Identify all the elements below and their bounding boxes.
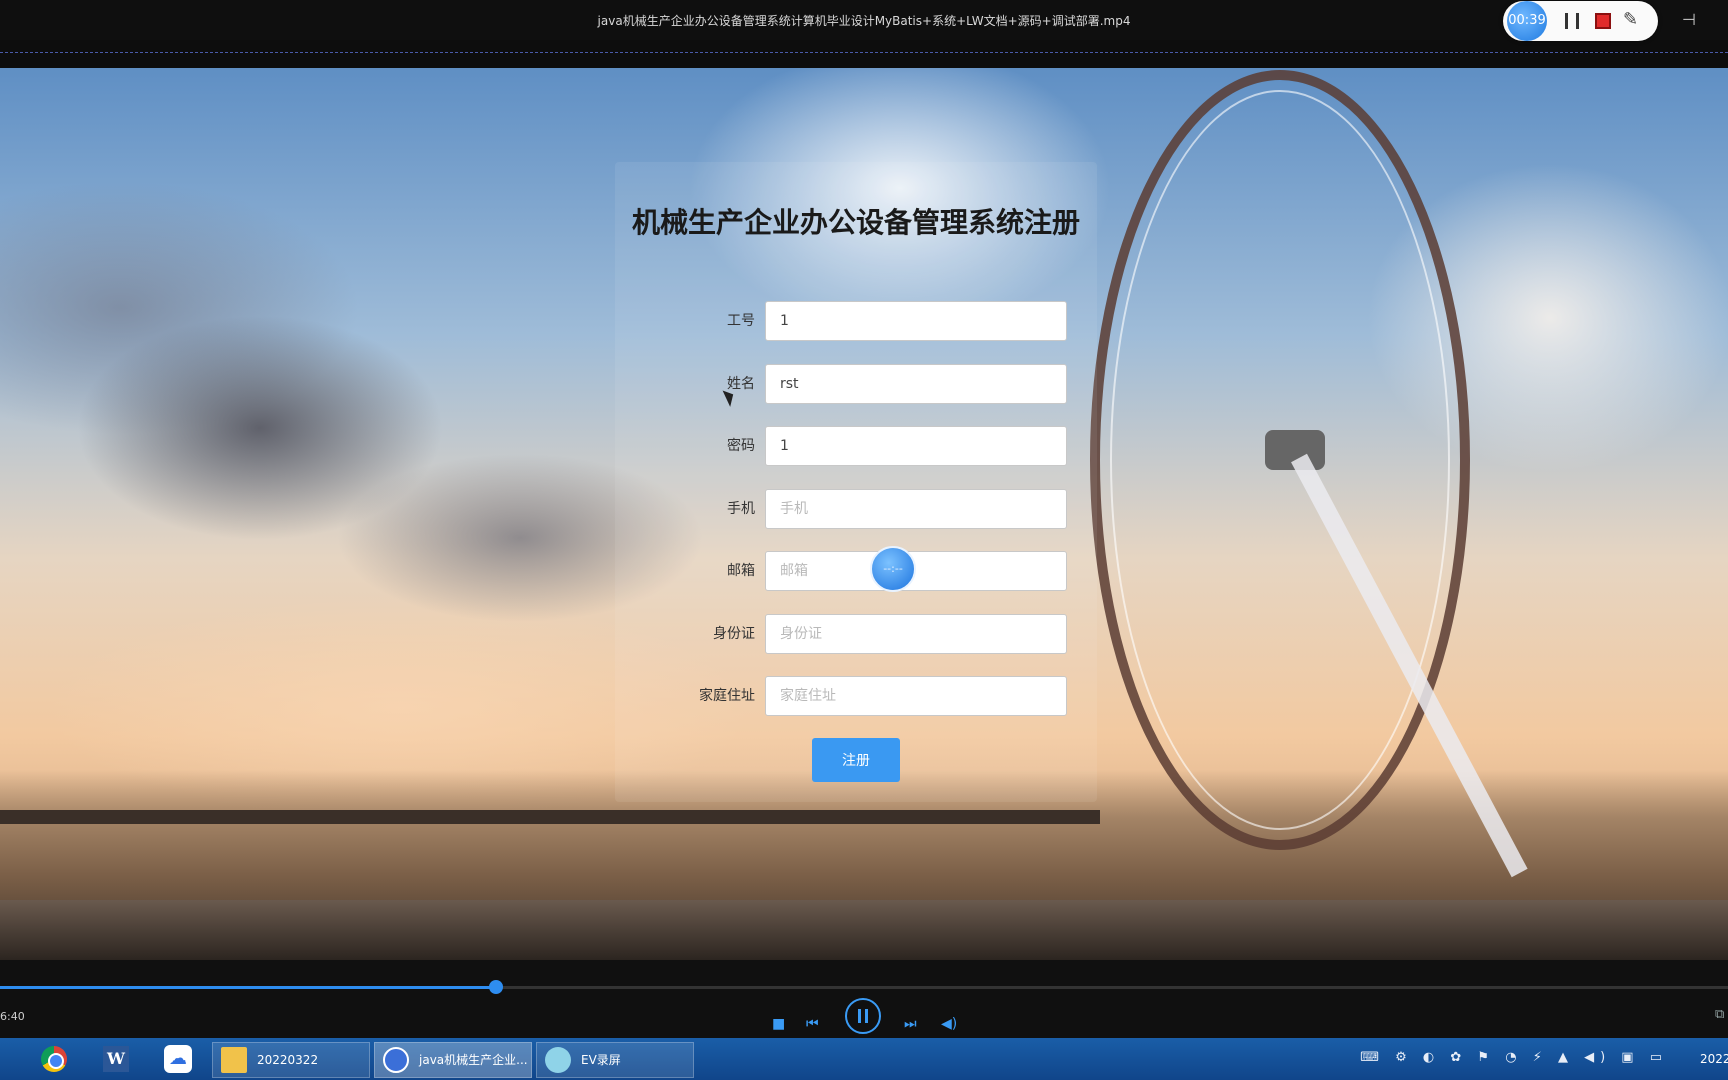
taskbar-window-ev-recorder[interactable]: EV录屏 [536,1042,694,1078]
id-card-input[interactable] [765,614,1067,654]
pause-button[interactable] [845,998,881,1034]
password-input[interactable] [765,426,1067,466]
password-label: 密码 [727,438,755,454]
volume-icon[interactable]: ◀) [941,1016,957,1032]
chrome-icon[interactable] [36,1042,72,1076]
taskbar-window-label: java机械生产企业... [419,1053,528,1067]
buffering-indicator: --:-- [870,546,916,592]
word-icon[interactable]: W [98,1042,134,1076]
folder-icon [221,1047,247,1073]
pause-icon[interactable] [1565,13,1579,29]
previous-icon[interactable]: ⏮ [806,1016,819,1032]
employee-id-label: 工号 [727,313,755,329]
id-card-row: 身份证 [675,614,1095,654]
progress-handle[interactable] [488,980,503,994]
name-input[interactable] [765,364,1067,404]
register-button[interactable]: 注册 [812,738,900,782]
clock: 2022 [1700,1052,1728,1066]
home-address-label: 家庭住址 [699,688,755,704]
phone-row: 手机 [675,489,1095,529]
river [0,900,1728,960]
home-address-row: 家庭住址 [675,676,1095,716]
taskbar-window-video[interactable]: java机械生产企业... [374,1042,532,1078]
page-title: 机械生产企业办公设备管理系统注册 [631,206,1080,239]
taskbar: W ☁ 20220322 java机械生产企业... EV录屏 ⌨ ⚙ ◐ ✿ … [0,1038,1728,1080]
name-row: 姓名 [675,364,1095,404]
employee-id-row: 工号 [675,301,1095,341]
frame-top-border [0,52,1728,53]
home-address-input[interactable] [765,676,1067,716]
stop-icon[interactable] [1595,13,1611,29]
taskbar-window-label: EV录屏 [581,1053,621,1067]
pause-icon [858,1009,868,1023]
recorder-toolbar: 00:39 ✎ [1503,1,1658,41]
pen-icon[interactable]: ✎ [1623,9,1638,30]
email-label: 邮箱 [727,563,755,579]
taskbar-window-label: 20220322 [257,1053,319,1067]
progress-fill [0,986,496,989]
pin-icon[interactable]: ⊣ [1682,10,1696,29]
elapsed-time: 6:40 [0,1010,25,1023]
password-row: 密码 [675,426,1095,466]
title-bar: java机械生产企业办公设备管理系统计算机毕业设计MyBatis+系统+LW文档… [0,0,1728,40]
stop-icon[interactable]: ■ [772,1016,785,1032]
baidu-netdisk-icon[interactable]: ☁ [160,1042,196,1076]
taskbar-window-folder[interactable]: 20220322 [212,1042,370,1078]
bridge [0,810,1100,824]
employee-id-input[interactable] [765,301,1067,341]
next-icon[interactable]: ⏭ [904,1016,917,1032]
video-player-icon [383,1047,409,1073]
id-card-label: 身份证 [713,626,755,642]
phone-input[interactable] [765,489,1067,529]
ev-recorder-icon [545,1047,571,1073]
window-title: java机械生产企业办公设备管理系统计算机毕业设计MyBatis+系统+LW文档… [597,14,1131,28]
email-input[interactable] [765,551,1067,591]
system-tray[interactable]: ⌨ ⚙ ◐ ✿ ⚑ ◔ ⚡ ▲ ◀) ▣ ▭ [1360,1050,1668,1065]
fullscreen-icon[interactable]: ⧉ [1715,1007,1724,1022]
phone-label: 手机 [727,501,755,517]
recorder-timer: 00:39 [1507,1,1547,41]
